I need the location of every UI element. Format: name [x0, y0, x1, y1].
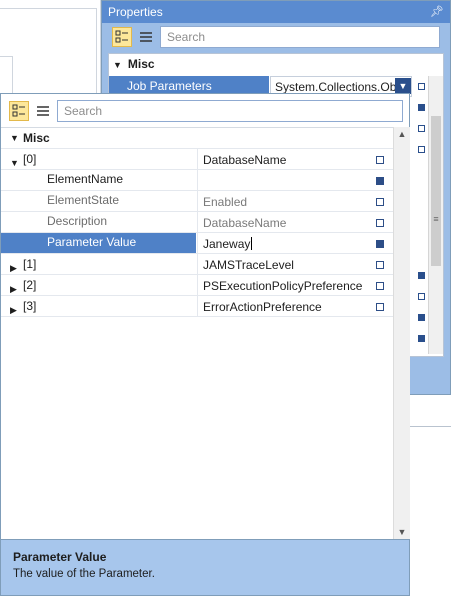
property-value[interactable]: Enabled [197, 191, 393, 211]
property-label: ElementState [47, 193, 120, 207]
collapse-arrow-icon[interactable]: ▼ [113, 60, 122, 70]
category-label: Misc [23, 131, 50, 145]
property-value-marker-icon [418, 83, 425, 90]
background-divider [410, 426, 451, 427]
collapse-arrow-icon[interactable]: ▼ [10, 133, 19, 143]
properties-toolbar: Search [108, 25, 444, 49]
item-value[interactable]: ErrorActionPreference [197, 296, 393, 316]
item-label-cell: ▶ [1] [1, 254, 196, 274]
description-title: Parameter Value [13, 550, 107, 564]
collection-item-row[interactable]: ▶ [2] PSExecutionPolicyPreference [1, 275, 393, 296]
popup-toolbar: Search [1, 94, 409, 127]
properties-scrollbar[interactable]: ≡ [428, 76, 443, 354]
collection-item-row[interactable]: ▶ [1] JAMSTraceLevel [1, 254, 393, 275]
background-document-area [0, 0, 101, 100]
property-label: ElementName [47, 172, 124, 186]
property-value-marker-icon [418, 272, 425, 279]
item-label-cell: ▶ [3] [1, 296, 196, 316]
pin-icon[interactable]: 📌︎ [430, 1, 444, 23]
item-label: [2] [23, 278, 37, 292]
parameter-value-input[interactable]: Janeway [197, 233, 393, 253]
properties-title: Properties [108, 5, 163, 19]
dropdown-arrow-icon[interactable]: ▼ [395, 78, 411, 94]
background-frame [0, 8, 97, 96]
item-value[interactable]: PSExecutionPolicyPreference [197, 275, 393, 295]
value-marker-icon [376, 219, 384, 227]
item-label-cell: ▼ [0] [1, 149, 196, 169]
collection-item-row[interactable]: ▼ [0] DatabaseName [1, 149, 393, 170]
collection-item-row[interactable]: ▶ [3] ErrorActionPreference [1, 296, 393, 317]
description-text: The value of the Parameter. [13, 568, 155, 580]
properties-search-input[interactable]: Search [160, 26, 440, 48]
property-row-description[interactable]: Description DatabaseName [1, 212, 393, 233]
background-frame-inner [0, 56, 13, 95]
properties-scrollbar-thumb[interactable] [431, 116, 441, 266]
category-row-misc[interactable]: ▼ Misc [1, 128, 393, 149]
item-value[interactable]: JAMSTraceLevel [197, 254, 393, 274]
description-panel: Parameter Value The value of the Paramet… [1, 539, 409, 595]
property-row-elementname[interactable]: ElementName [1, 170, 393, 191]
item-label: [1] [23, 257, 37, 271]
property-value-marker-icon [418, 125, 425, 132]
property-value-marker-icon [418, 104, 425, 111]
property-value-marker-icon [418, 293, 425, 300]
value-marker-icon [376, 282, 384, 290]
property-value-marker-icon [418, 146, 425, 153]
popup-property-grid: ▼ Misc ▼ [0] DatabaseName ElementName El… [1, 127, 393, 540]
popup-scrollbar[interactable]: ▲ ▼ [393, 127, 410, 539]
item-label-cell: ▶ [2] [1, 275, 196, 295]
property-value[interactable]: DatabaseName [197, 212, 393, 232]
categorized-view-icon[interactable] [9, 101, 29, 121]
property-label: Description [47, 214, 108, 228]
value-marker-icon [376, 198, 384, 206]
alphabetical-view-icon[interactable] [33, 101, 53, 121]
value-marker-icon [376, 156, 384, 164]
properties-category-misc[interactable]: ▼ Misc [109, 54, 443, 74]
property-label: Parameter Value [1, 233, 196, 253]
value-marker-icon [376, 303, 384, 311]
item-value[interactable]: DatabaseName [197, 149, 393, 169]
scroll-grip-icon: ≡ [433, 214, 439, 224]
property-value-marker-icon [418, 335, 425, 342]
property-value[interactable] [197, 170, 393, 190]
collection-editor-popup: Search ▼ Misc ▼ [0] DatabaseName Element… [0, 93, 410, 596]
expand-arrow-icon[interactable]: ▶ [10, 301, 17, 319]
popup-search-input[interactable]: Search [57, 100, 403, 122]
value-marker-icon [376, 177, 384, 185]
property-row-elementstate[interactable]: ElementState Enabled [1, 191, 393, 212]
value-marker-icon [376, 240, 384, 248]
scroll-up-icon[interactable]: ▲ [394, 129, 410, 139]
alphabetical-view-icon[interactable] [136, 27, 156, 47]
property-value-marker-icon [418, 314, 425, 321]
text-caret [251, 237, 253, 250]
item-label: [3] [23, 299, 37, 313]
properties-category-label: Misc [127, 57, 155, 71]
categorized-view-icon[interactable] [112, 27, 132, 47]
value-marker-icon [376, 261, 384, 269]
parameter-value-text: Janeway [203, 237, 251, 251]
item-label: [0] [23, 152, 37, 166]
scroll-down-icon[interactable]: ▼ [394, 527, 410, 537]
properties-title-bar[interactable]: Properties 📌︎ [102, 1, 450, 23]
property-row-parameter-value[interactable]: Parameter Value Janeway [1, 233, 393, 254]
